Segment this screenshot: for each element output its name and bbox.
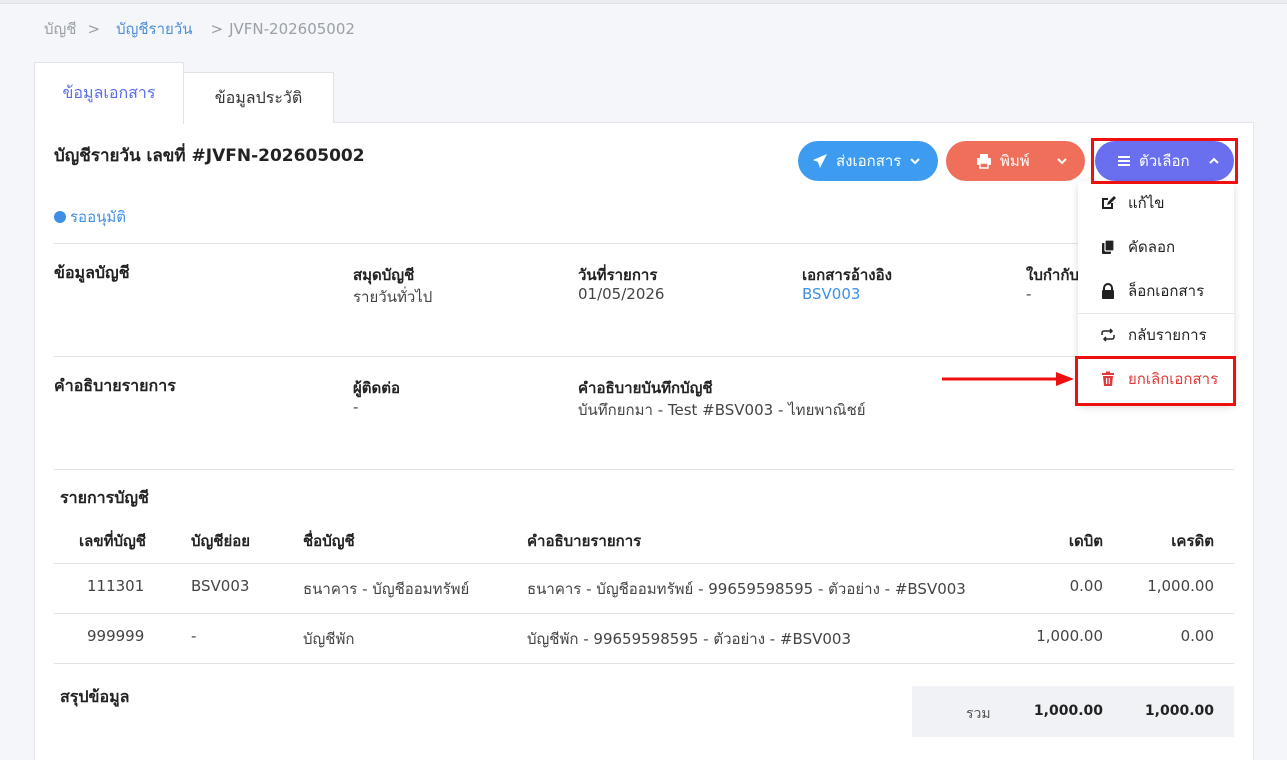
status-badge: รออนุมัติ [54, 205, 126, 229]
menu-item-edit[interactable]: แก้ไข [1078, 183, 1234, 223]
options-label: ตัวเลือก [1139, 152, 1190, 170]
send-document-label: ส่งเอกสาร [836, 152, 902, 170]
divider [54, 563, 1234, 564]
column-header-account-name: ชื่อบัญชี [303, 532, 355, 550]
menu-item-lock[interactable]: ล็อกเอกสาร [1078, 271, 1234, 311]
summary-total-debit: 1,000.00 [1033, 703, 1103, 719]
chevron-down-icon [1056, 158, 1067, 165]
column-header-account-no: เลขที่บัญชี [79, 532, 146, 550]
divider [54, 663, 1234, 664]
column-header-description: คำอธิบายรายการ [527, 532, 642, 550]
divider [54, 356, 1076, 357]
trash-icon [1100, 371, 1116, 387]
menu-item-copy-label: คัดลอก [1128, 238, 1176, 256]
column-header-credit: เครดิต [1171, 532, 1214, 550]
cell-description: ธนาคาร - บัญชีออมทรัพย์ - 99659598595 - … [527, 580, 966, 598]
cell-account-no: 111301 [87, 577, 145, 595]
breadcrumb-separator: > [87, 20, 101, 38]
account-info-heading: ข้อมูลบัญชี [54, 263, 130, 282]
send-document-button[interactable]: ส่งเอกสาร [798, 141, 938, 181]
divider [54, 469, 1234, 470]
tax-invoice-label: ใบกำกับ [1026, 266, 1079, 284]
journal-value: รายวันทั่วไป [353, 288, 433, 306]
page-title: บัญชีรายวัน เลขที่ #JVFN-202605002 [54, 146, 365, 166]
tax-invoice-value: - [1026, 285, 1032, 303]
cell-debit: 1,000.00 [1036, 627, 1103, 645]
printer-icon [977, 154, 991, 169]
journal-note-label: คำอธิบายบันทึกบัญชี [578, 379, 713, 397]
menu-item-revert[interactable]: กลับรายการ [1078, 315, 1234, 355]
breadcrumb-root[interactable]: บัญชี [44, 17, 76, 41]
cell-description: บัญชีพัก - 99659598595 - ตัวอย่าง - #BSV… [527, 630, 851, 648]
cell-account-name: ธนาคาร - บัญชีออมทรัพย์ [303, 580, 470, 598]
divider [54, 613, 1234, 614]
journal-note-value: บันทึกยกมา - Test #BSV003 - ไทยพาณิชย์ [578, 401, 866, 419]
divider [54, 243, 1234, 244]
transaction-date-value: 01/05/2026 [578, 285, 665, 303]
breadcrumb-current: JVFN-202605002 [229, 20, 355, 38]
contact-value: - [353, 398, 359, 416]
cell-sub-account: - [191, 627, 197, 645]
summary-total-credit: 1,000.00 [1144, 703, 1214, 719]
cell-debit: 0.00 [1069, 577, 1103, 595]
cell-account-name: บัญชีพัก [303, 630, 355, 648]
lock-icon [1100, 283, 1116, 299]
column-header-sub-account: บัญชีย่อย [191, 532, 251, 550]
menu-item-cancel-document-label: ยกเลิกเอกสาร [1128, 370, 1219, 388]
transaction-date-label: วันที่รายการ [578, 266, 658, 284]
summary-heading: สรุปข้อมูล [60, 687, 130, 706]
tab-history[interactable]: ข้อมูลประวัติ [183, 72, 334, 123]
summary-total-label: รวม [966, 706, 991, 722]
options-dropdown-menu: แก้ไข คัดลอก ล็อกเอกสาร กลับรายการ ยกเลิ… [1078, 181, 1234, 405]
cell-account-no: 999999 [87, 627, 145, 645]
chevron-up-icon [1208, 157, 1219, 164]
reference-doc-label: เอกสารอ้างอิง [802, 266, 892, 284]
menu-item-revert-label: กลับรายการ [1128, 326, 1207, 344]
copy-icon [1100, 239, 1116, 255]
menu-item-cancel-document[interactable]: ยกเลิกเอกสาร [1078, 359, 1234, 399]
breadcrumb-separator: > [210, 20, 224, 38]
menu-divider [1078, 313, 1234, 314]
pointer-arrow-icon [942, 372, 1074, 386]
tab-document-info[interactable]: ข้อมูลเอกสาร [34, 62, 184, 124]
breadcrumb: บัญชี > บัญชีรายวัน > JVFN-202605002 [44, 17, 355, 41]
print-button[interactable]: พิมพ์ [946, 141, 1085, 181]
status-label: รออนุมัติ [70, 208, 126, 226]
breadcrumb-section[interactable]: บัญชีรายวัน [116, 17, 192, 41]
menu-item-copy[interactable]: คัดลอก [1078, 227, 1234, 267]
cell-credit: 1,000.00 [1147, 577, 1214, 595]
cell-sub-account: BSV003 [191, 577, 250, 595]
journal-label: สมุดบัญชี [353, 266, 415, 284]
edit-icon [1100, 195, 1116, 211]
repeat-icon [1100, 327, 1116, 343]
chevron-down-icon [910, 158, 921, 165]
top-bar [0, 0, 1287, 4]
cell-credit: 0.00 [1180, 627, 1214, 645]
print-label: พิมพ์ [1000, 152, 1030, 170]
menu-bars-icon [1118, 156, 1130, 166]
paper-plane-icon [813, 154, 827, 168]
menu-item-lock-label: ล็อกเอกสาร [1128, 282, 1205, 300]
menu-item-edit-label: แก้ไข [1128, 194, 1165, 212]
description-heading: คำอธิบายรายการ [54, 376, 176, 395]
contact-label: ผู้ติดต่อ [353, 379, 401, 397]
status-dot-icon [54, 211, 66, 223]
reference-doc-link[interactable]: BSV003 [802, 285, 860, 303]
entries-heading: รายการบัญชี [60, 488, 149, 507]
column-header-debit: เดบิต [1068, 532, 1103, 550]
document-card [34, 122, 1254, 760]
options-button[interactable]: ตัวเลือก [1095, 141, 1234, 181]
